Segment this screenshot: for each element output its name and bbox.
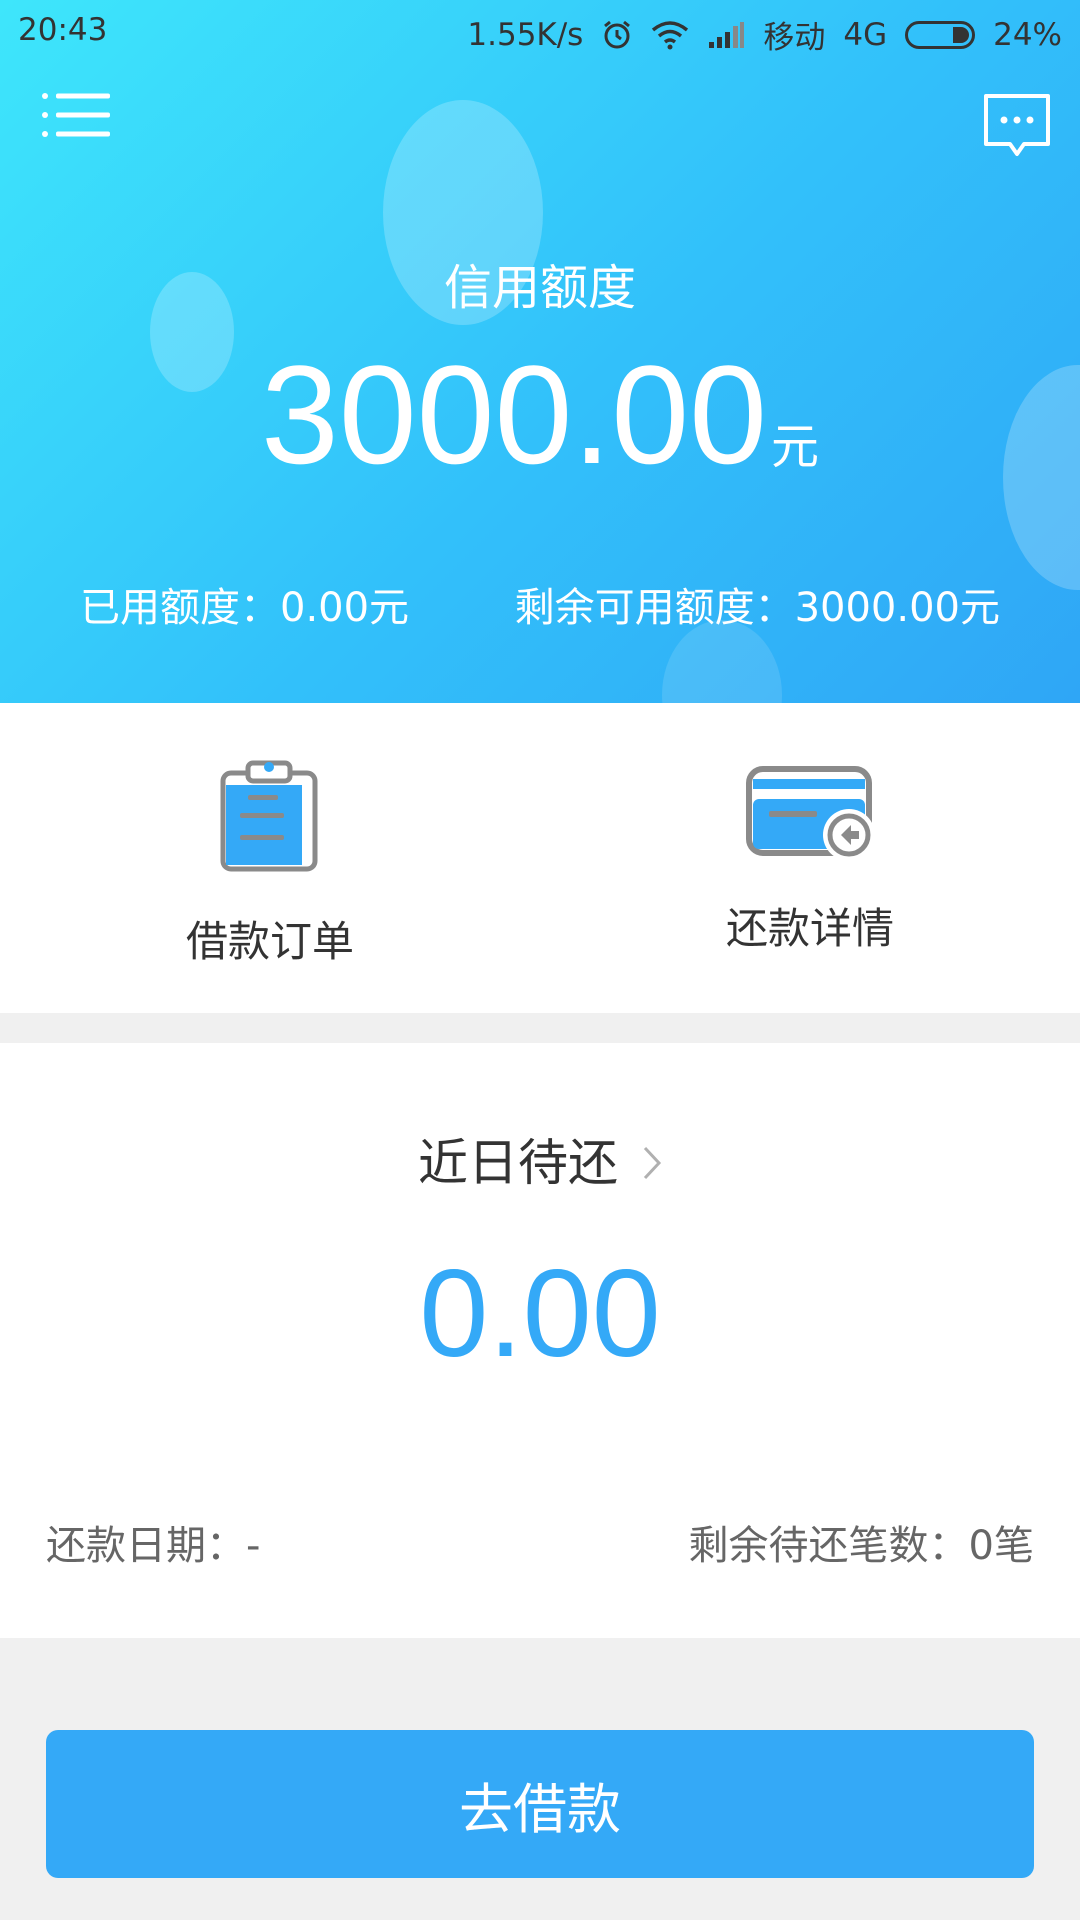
upcoming-repayment-title-text: 近日待还	[418, 1134, 619, 1192]
signal-icon	[709, 21, 745, 48]
used-credit: 已用额度：0.00元	[80, 585, 410, 631]
menu-icon[interactable]	[42, 90, 112, 140]
card-return-icon	[746, 766, 875, 861]
clipboard-icon	[220, 760, 318, 872]
status-bar: 20:43 1.55K/s 移动 4G 24%	[0, 0, 1080, 62]
credit-amount-unit: 元	[771, 419, 820, 475]
message-icon[interactable]	[982, 92, 1052, 162]
battery-percent: 24%	[993, 16, 1062, 53]
remaining-repayment-count: 剩余待还笔数：0笔	[688, 1523, 1034, 1569]
repayment-details-button[interactable]: 还款详情	[540, 703, 1080, 1013]
network-type: 4G	[843, 16, 888, 53]
borrow-button[interactable]: 去借款	[46, 1730, 1034, 1878]
remaining-credit: 剩余可用额度：3000.00元	[514, 585, 1000, 631]
wifi-icon	[652, 20, 689, 49]
credit-limit-label: 信用额度	[443, 260, 636, 316]
carrier-name: 移动	[763, 20, 826, 56]
repayment-details-label: 还款详情	[725, 904, 894, 953]
upcoming-repayment-card: 近日待还 0.00 还款日期：- 剩余待还笔数：0笔	[0, 1043, 1080, 1638]
loan-orders-label: 借款订单	[185, 917, 354, 966]
upcoming-repayment-amount: 0.00	[419, 1245, 661, 1383]
status-time: 20:43	[18, 12, 108, 48]
credit-amount-value: 3000.00	[260, 336, 768, 493]
alarm-icon	[604, 20, 631, 48]
chevron-right-icon	[643, 1146, 662, 1179]
repayment-date: 还款日期：-	[46, 1523, 261, 1569]
network-speed: 1.55K/s	[467, 16, 584, 53]
credit-header: 20:43 1.55K/s 移动 4G 24% 信用额度 3000.00元 已用…	[0, 0, 1080, 703]
upcoming-repayment-title[interactable]: 近日待还	[0, 1123, 1080, 1195]
battery-icon	[905, 20, 976, 49]
quick-actions: 借款订单 还款详情	[0, 703, 1080, 1013]
credit-limit-amount: 3000.00元	[0, 345, 1080, 485]
loan-orders-button[interactable]: 借款订单	[0, 703, 540, 1013]
